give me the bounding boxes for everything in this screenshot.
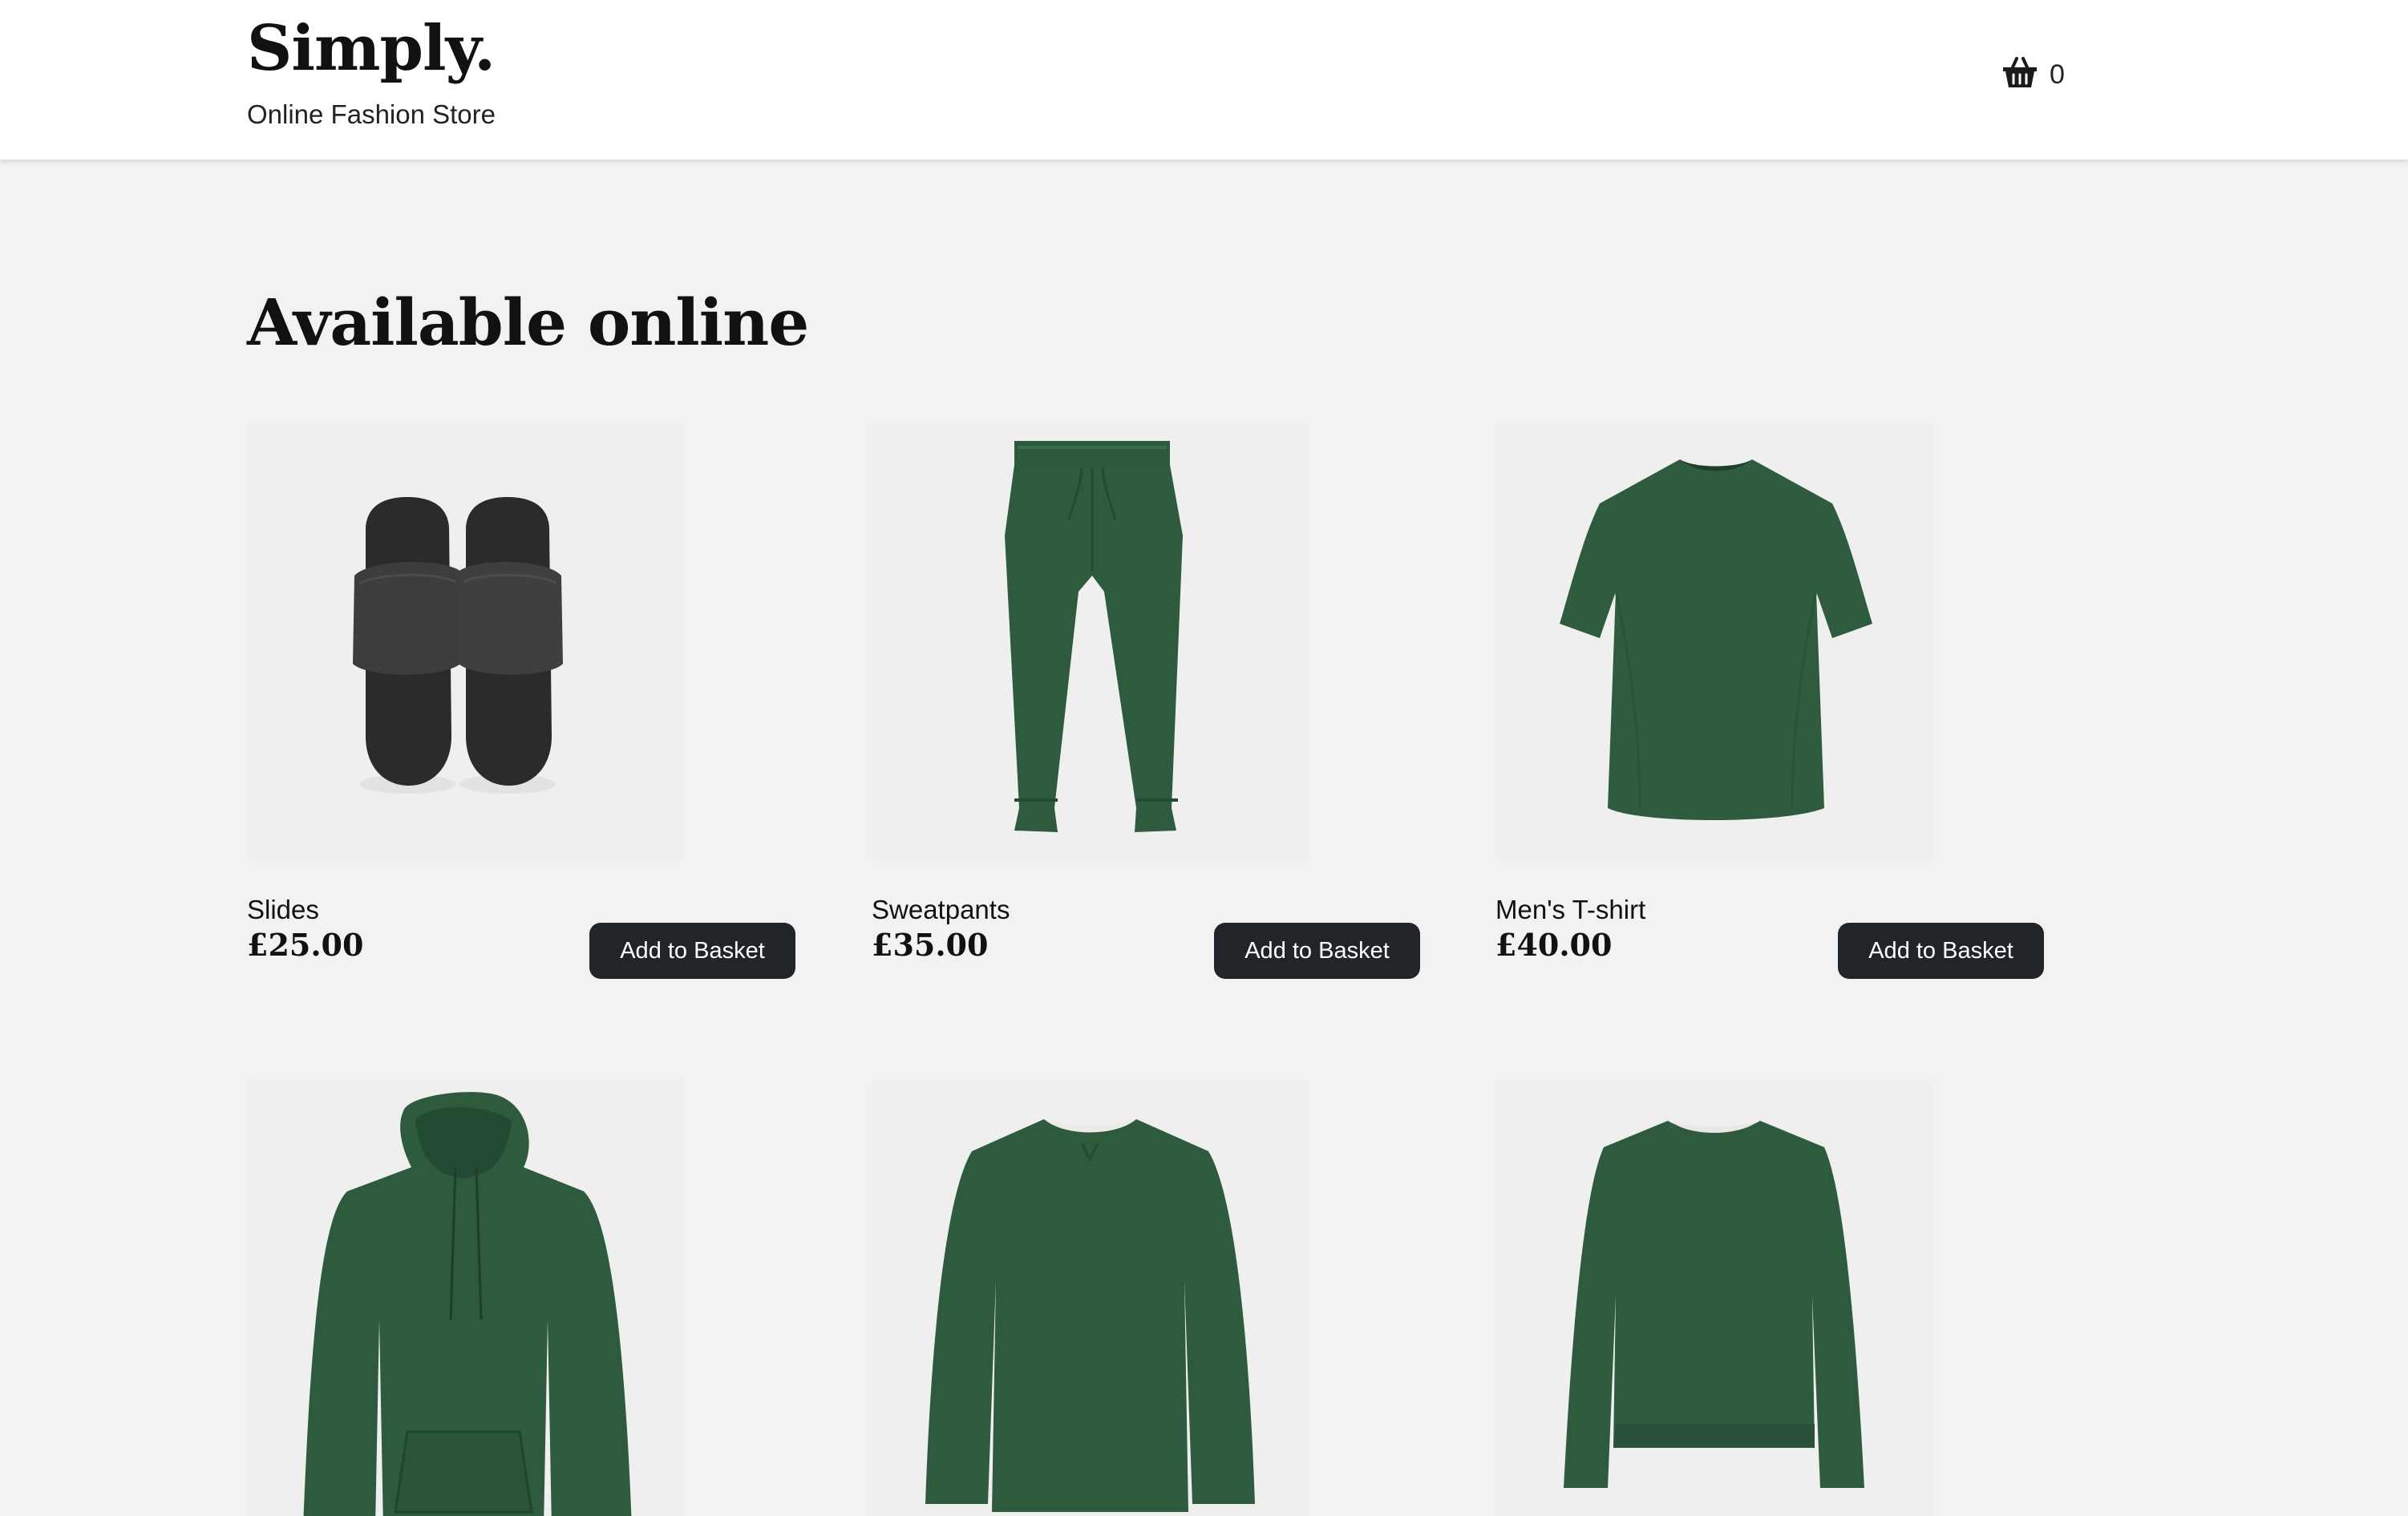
product-image-womens-sweatshirt[interactable]	[1495, 1079, 1932, 1516]
basket-icon[interactable]	[2001, 55, 2038, 89]
product-image-slides[interactable]	[247, 423, 684, 860]
product-card-sweatpants: Sweatpants £35.00 Add to Basket	[872, 423, 1421, 984]
section-heading: Available online	[247, 285, 809, 360]
product-image-hoodie[interactable]	[247, 1079, 684, 1516]
add-to-basket-button[interactable]: Add to Basket	[1838, 923, 2044, 979]
product-name: Men's T-shirt	[1495, 895, 1646, 924]
product-name: Sweatpants	[872, 895, 1010, 924]
site-header: Simply. Online Fashion Store 0	[0, 0, 2408, 160]
add-to-basket-button[interactable]: Add to Basket	[589, 923, 795, 979]
product-name: Slides	[247, 895, 319, 924]
product-image-mens-tshirt[interactable]	[1495, 423, 1932, 860]
product-price: £40.00	[1495, 927, 1613, 963]
brand-subtitle: Online Fashion Store	[247, 99, 496, 129]
product-card-hoodie	[247, 1079, 796, 1516]
product-price: £25.00	[247, 927, 364, 963]
product-card-sweatshirt	[872, 1079, 1421, 1516]
product-card-slides: Slides £25.00 Add to Basket	[247, 423, 796, 984]
product-image-sweatpants[interactable]	[872, 423, 1309, 860]
basket-button[interactable]: 0	[2001, 53, 2065, 91]
product-image-sweatshirt[interactable]	[872, 1079, 1309, 1516]
basket-count: 0	[2050, 59, 2065, 90]
brand-title[interactable]: Simply.	[247, 11, 496, 87]
product-card-mens-tshirt: Men's T-shirt £40.00 Add to Basket	[1495, 423, 2045, 984]
add-to-basket-button[interactable]: Add to Basket	[1214, 923, 1420, 979]
product-price: £35.00	[872, 927, 989, 963]
product-card-womens-sweatshirt	[1495, 1079, 2045, 1516]
